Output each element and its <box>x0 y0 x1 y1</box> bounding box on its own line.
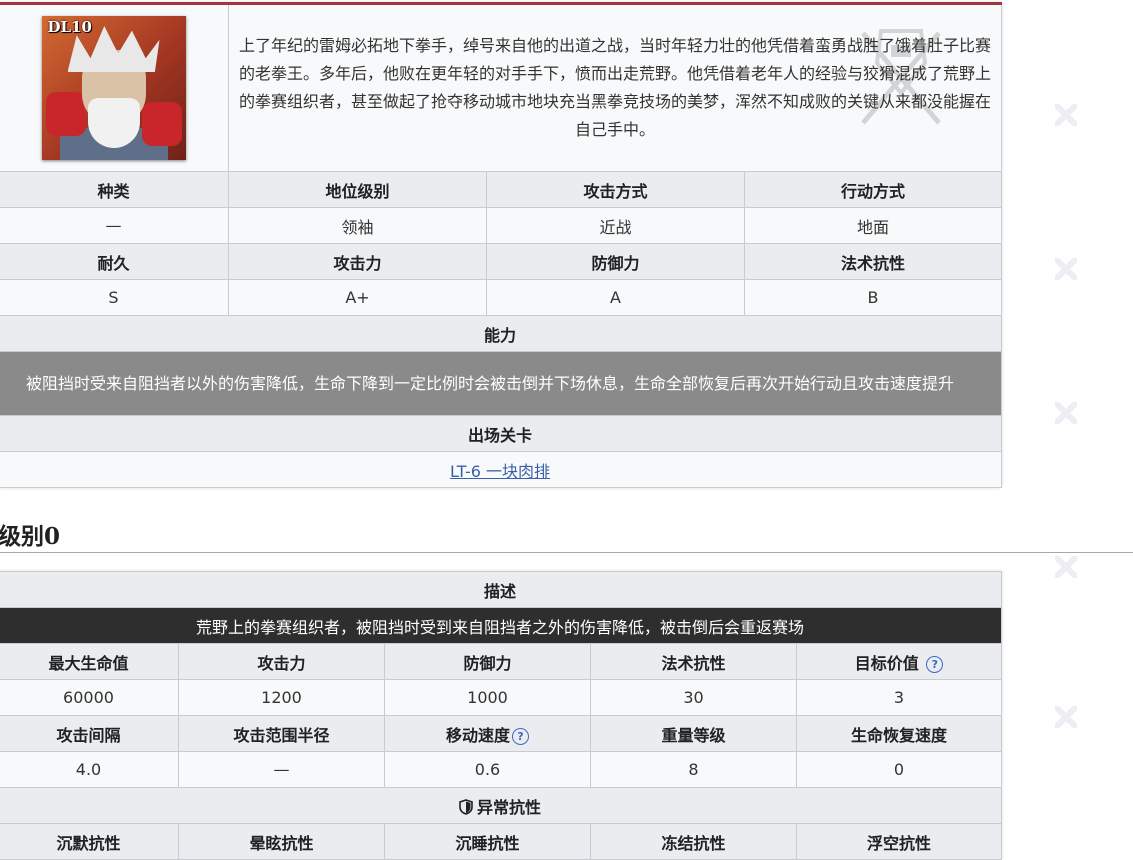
enemy-description: 上了年纪的雷姆必拓地下拳手，绰号来自他的出道之战，当时年轻力壮的他凭借着蛮勇战胜… <box>239 36 992 139</box>
stage-cell: LT-6 一块肉排 <box>0 451 1003 488</box>
value-weight: 8 <box>590 751 797 788</box>
enemy-info-table: DL10 上了年纪的雷姆必拓地下拳手，绰号来自他的出道之战，当时年轻力壮的他凭借… <box>0 2 1003 488</box>
value-def: 1000 <box>384 679 591 716</box>
value-endurance: S <box>0 279 229 316</box>
stage-link[interactable]: LT-6 一块肉排 <box>450 462 550 481</box>
header-type: 种类 <box>0 171 229 208</box>
header-attack-interval: 攻击间隔 <box>0 715 179 752</box>
value-target-value: 3 <box>796 679 1002 716</box>
stats-header-row: 最大生命值 攻击力 防御力 法术抗性 目标价值 ? <box>0 643 1002 680</box>
header-silence-resist: 沉默抗性 <box>0 823 179 860</box>
enemy-avatar[interactable]: DL10 <box>41 16 186 160</box>
header-weight: 重量等级 <box>590 715 797 752</box>
header-def: 防御力 <box>384 643 591 680</box>
header-arts-resist: 法术抗性 <box>743 243 1003 280</box>
header-move-speed: 移动速度? <box>384 715 591 752</box>
resist-heading-label: 异常抗性 <box>476 797 541 817</box>
value-type: — <box>0 207 229 244</box>
header-atk: 攻击力 <box>178 643 385 680</box>
value-max-hp: 60000 <box>0 679 179 716</box>
value-attack-interval: 4.0 <box>0 751 179 788</box>
level-desc-heading: 描述 <box>0 571 1002 608</box>
stage-heading: 出场关卡 <box>0 415 1003 452</box>
stats-header-row-2: 攻击间隔 攻击范围半径 移动速度? 重量等级 生命恢复速度 <box>0 715 1002 752</box>
value-arts-resist: B <box>743 279 1003 316</box>
enemy-description-cell: 上了年纪的雷姆必拓地下拳手，绰号来自他的出道之战，当时年轻力壮的他凭借着蛮勇战胜… <box>227 3 1003 172</box>
header-endurance: 耐久 <box>0 243 229 280</box>
header-move-speed-label: 移动速度 <box>445 725 510 745</box>
header-movement: 行动方式 <box>743 171 1003 208</box>
header-attack-type: 攻击方式 <box>486 171 745 208</box>
boxing-glove-icon <box>45 92 86 136</box>
header-attack-range: 攻击范围半径 <box>178 715 385 752</box>
ability-text: 被阻挡时受来自阻挡者以外的伤害降低，生命下降到一定比例时会被击倒并下场休息，生命… <box>25 373 954 393</box>
value-defense: A <box>486 279 745 316</box>
level-description: 荒野上的拳赛组织者，被阻挡时受到来自阻挡者之外的伤害降低，被击倒后会重返赛场 <box>0 607 1002 644</box>
shield-icon <box>459 798 473 815</box>
attribute-header-row: 种类 地位级别 攻击方式 行动方式 <box>0 171 1003 208</box>
value-rank: 领袖 <box>228 207 487 244</box>
value-res: 30 <box>590 679 797 716</box>
ability-heading: 能力 <box>0 315 1003 352</box>
header-attack: 攻击力 <box>228 243 487 280</box>
header-hp-regen: 生命恢复速度 <box>796 715 1002 752</box>
section-divider <box>0 552 1133 553</box>
header-max-hp: 最大生命值 <box>0 643 179 680</box>
grade-value-row: S A+ A B <box>0 279 1003 316</box>
header-target-value-label: 目标价值 <box>854 653 919 673</box>
stats-value-row: 60000 1200 1000 30 3 <box>0 679 1002 716</box>
header-defense: 防御力 <box>486 243 745 280</box>
header-levitate-resist: 浮空抗性 <box>796 823 1002 860</box>
level-badge: DL10 <box>47 18 92 36</box>
enemy-avatar-cell: DL10 <box>0 3 229 172</box>
resist-heading: 异常抗性 <box>0 787 1002 824</box>
value-move-speed: 0.6 <box>384 751 591 788</box>
value-attack-range: — <box>178 751 385 788</box>
value-attack: A+ <box>228 279 487 316</box>
help-icon[interactable]: ? <box>512 727 529 745</box>
help-icon[interactable]: ? <box>926 655 944 673</box>
level-stats-table: 描述 荒野上的拳赛组织者，被阻挡时受到来自阻挡者之外的伤害降低，被击倒后会重返赛… <box>0 571 1002 860</box>
level-section-title: 级别0 <box>0 523 61 550</box>
header-rank: 地位级别 <box>228 171 487 208</box>
header-stun-resist: 晕眩抗性 <box>178 823 385 860</box>
header-sleep-resist: 沉睡抗性 <box>384 823 591 860</box>
boxing-glove-icon <box>141 102 182 146</box>
attribute-value-row: — 领袖 近战 地面 <box>0 207 1003 244</box>
grade-header-row: 耐久 攻击力 防御力 法术抗性 <box>0 243 1003 280</box>
ability-cell: 被阻挡时受来自阻挡者以外的伤害降低，生命下降到一定比例时会被击倒并下场休息，生命… <box>0 351 1003 416</box>
header-target-value: 目标价值 ? <box>796 643 1002 680</box>
header-freeze-resist: 冻结抗性 <box>590 823 797 860</box>
value-attack-type: 近战 <box>486 207 745 244</box>
header-res: 法术抗性 <box>590 643 797 680</box>
resist-header-row: 沉默抗性 晕眩抗性 沉睡抗性 冻结抗性 浮空抗性 <box>0 823 1002 860</box>
value-hp-regen: 0 <box>796 751 1002 788</box>
stats-value-row-2: 4.0 — 0.6 8 0 <box>0 751 1002 788</box>
value-movement: 地面 <box>743 207 1003 244</box>
value-atk: 1200 <box>178 679 385 716</box>
